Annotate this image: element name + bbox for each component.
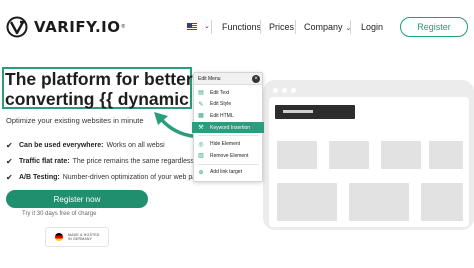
menu-item-hide-element[interactable]: ◎ Hide Element	[194, 138, 262, 150]
menu-item-label: Hide Element	[210, 141, 241, 148]
close-icon[interactable]: ×	[252, 75, 260, 83]
language-selector[interactable]: ⌄	[187, 22, 210, 30]
feature-title: Can be used everywhere:	[19, 141, 104, 149]
check-icon: ✔	[6, 156, 13, 166]
window-dot	[273, 88, 278, 93]
hero-headline-line2: converting {{ dynamic }}	[5, 89, 208, 109]
feature-item: ✔ A/B Testing: Number-driven optimizatio…	[6, 169, 206, 185]
hero-headline-line1: The platform for better	[5, 69, 193, 89]
menu-item-keyword-insertion[interactable]: ⚒ Keyword Insertion	[192, 121, 264, 134]
check-icon: ✔	[6, 140, 13, 150]
menu-item-label: Edit HTML	[210, 112, 234, 119]
check-icon: ✔	[6, 172, 13, 182]
register-button-header[interactable]: Register	[400, 17, 468, 37]
trash-icon: ▥	[198, 153, 204, 160]
mock-block	[329, 141, 369, 169]
nav-company-label: Company	[304, 22, 343, 32]
link-icon: ⊕	[198, 169, 204, 176]
made-in-germany-badge: MADE & HOSTED IN GERMANY	[45, 227, 109, 247]
menu-divider	[198, 135, 258, 137]
edit-context-menu: Edit Menu × ▤ Edit Text ✎ Edit Style ▦ E…	[192, 72, 264, 182]
menu-header: Edit Menu ×	[194, 73, 262, 85]
logo-mark-icon	[6, 16, 28, 38]
menu-item-edit-html[interactable]: ▦ Edit HTML	[194, 110, 262, 122]
menu-item-edit-style[interactable]: ✎ Edit Style	[194, 99, 262, 111]
nav-prices[interactable]: Prices	[269, 22, 294, 32]
window-dot	[282, 88, 287, 93]
menu-item-label: Remove Element	[210, 152, 249, 159]
menu-item-label: Add link target	[210, 169, 242, 176]
nav-functions[interactable]: Functions	[222, 22, 261, 32]
text-icon: ▤	[198, 90, 204, 97]
free-trial-note: Try it 30 days free of charge	[22, 211, 97, 217]
logo-text: VARIFY.IO	[34, 18, 121, 36]
register-now-button[interactable]: Register now	[6, 190, 148, 208]
nav-divider	[295, 20, 296, 34]
mock-block	[381, 141, 421, 169]
varify-logo[interactable]: VARIFY.IO ®	[6, 16, 125, 38]
keyword-icon: ⚒	[198, 125, 204, 132]
window-dots	[273, 88, 296, 93]
feature-title: A/B Testing:	[19, 173, 60, 181]
mock-block	[421, 183, 463, 221]
html-icon: ▦	[198, 113, 204, 120]
nav-company[interactable]: Company ⌄	[304, 22, 351, 32]
nav-divider	[211, 20, 212, 34]
feature-text: The price remains the same regardless of	[72, 157, 202, 165]
mock-block	[349, 183, 409, 221]
browser-mockup	[263, 80, 474, 230]
mock-block	[277, 141, 317, 169]
window-dot	[291, 88, 296, 93]
nav-divider	[260, 20, 261, 34]
nav-divider	[350, 20, 351, 34]
mock-block	[277, 183, 337, 221]
mock-header-bar	[275, 105, 355, 119]
menu-item-add-link-target[interactable]: ⊕ Add link target	[194, 167, 262, 179]
chevron-down-icon: ⌄	[204, 23, 210, 30]
mock-block	[429, 141, 463, 169]
us-flag-icon	[187, 22, 197, 30]
top-navigation: VARIFY.IO ® ⌄ Functions Prices Company ⌄ …	[0, 0, 474, 52]
logo-registered-mark: ®	[121, 24, 126, 30]
feature-text: Number-driven optimization of your web p…	[62, 173, 201, 181]
eye-off-icon: ◎	[198, 141, 204, 148]
menu-item-label: Edit Text	[210, 89, 230, 96]
style-icon: ✎	[198, 101, 204, 108]
menu-item-remove-element[interactable]: ▥ Remove Element	[194, 150, 262, 162]
menu-item-edit-text[interactable]: ▤ Edit Text	[194, 87, 262, 99]
menu-item-label: Keyword Insertion	[210, 124, 251, 131]
badge-text: MADE & HOSTED IN GERMANY	[68, 233, 100, 241]
menu-title: Edit Menu	[198, 76, 221, 82]
menu-item-label: Edit Style	[210, 101, 232, 108]
menu-divider	[198, 163, 258, 165]
nav-login[interactable]: Login	[361, 22, 383, 32]
hero-headline[interactable]: The platform for better converting {{ dy…	[5, 69, 208, 109]
hero-subline: Optimize your existing websites in minut…	[6, 116, 144, 125]
feature-item: ✔ Traffic flat rate: The price remains t…	[6, 153, 206, 169]
feature-title: Traffic flat rate:	[19, 157, 70, 165]
germany-flag-icon	[55, 233, 63, 241]
browser-viewport	[269, 97, 469, 227]
